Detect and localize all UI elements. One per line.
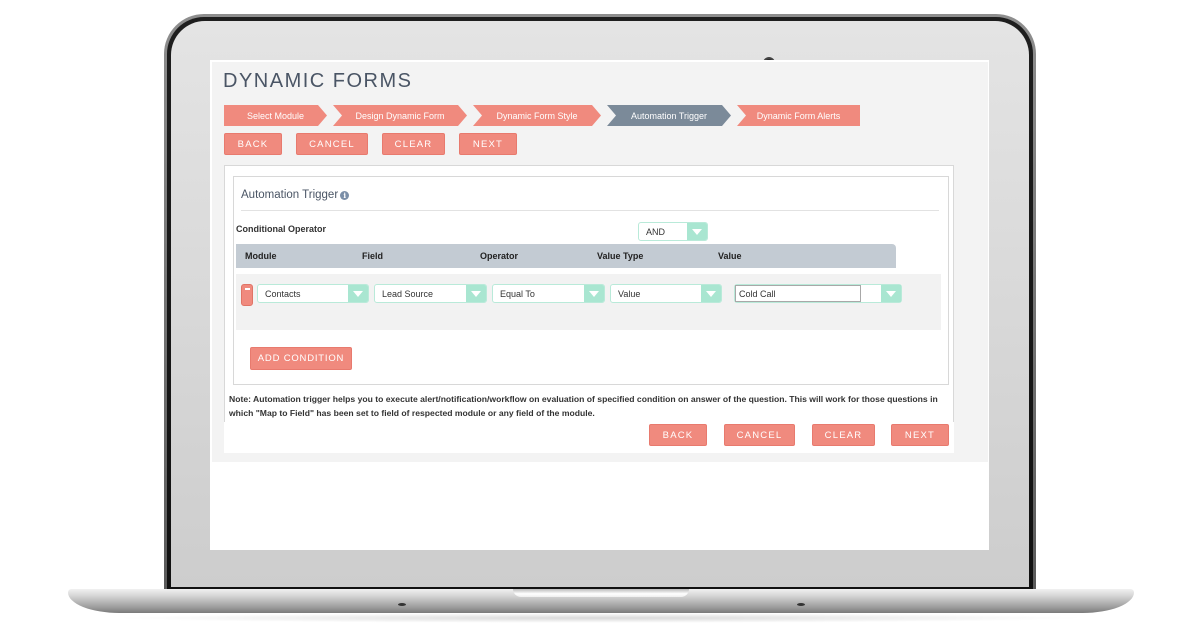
- page-title: DYNAMIC FORMS: [223, 70, 413, 92]
- column-header-value-type: Value Type: [597, 251, 644, 261]
- field-select[interactable]: Lead Source: [374, 284, 487, 303]
- chevron-down-icon[interactable]: [881, 285, 901, 302]
- conditions-table-header: Module Field Operator Value Type Value: [236, 244, 896, 268]
- column-header-operator: Operator: [480, 251, 519, 261]
- next-button-bottom[interactable]: NEXT: [891, 424, 949, 446]
- column-header-module: Module: [245, 251, 277, 261]
- laptop-notch: [513, 589, 689, 597]
- condition-row: Contacts Lead Source Equal To Value: [236, 274, 941, 330]
- step-design-dynamic-form[interactable]: Design Dynamic Form: [333, 105, 467, 126]
- clear-button-bottom[interactable]: CLEAR: [812, 424, 875, 446]
- panel-heading: Automation Trigger i: [241, 189, 350, 201]
- laptop-shadow: [110, 613, 1090, 623]
- chevron-down-icon: [687, 223, 707, 240]
- laptop-screen: DYNAMIC FORMS Select Module Design Dynam…: [210, 60, 989, 550]
- step-dynamic-form-alerts[interactable]: Dynamic Form Alerts: [737, 105, 860, 126]
- operator-select[interactable]: Equal To: [492, 284, 605, 303]
- module-select[interactable]: Contacts: [257, 284, 369, 303]
- cancel-button-bottom[interactable]: CANCEL: [724, 424, 795, 446]
- chevron-down-icon: [348, 285, 368, 302]
- value-input[interactable]: [735, 285, 861, 302]
- column-header-value: Value: [718, 251, 742, 261]
- minus-icon: [245, 288, 250, 290]
- remove-condition-button[interactable]: [241, 284, 253, 306]
- back-button-bottom[interactable]: BACK: [649, 424, 707, 446]
- chevron-down-icon: [701, 285, 721, 302]
- chevron-down-icon: [466, 285, 486, 302]
- dynamic-forms-app: DYNAMIC FORMS Select Module Design Dynam…: [212, 62, 988, 462]
- add-condition-button[interactable]: ADD CONDITION: [250, 347, 352, 370]
- back-button[interactable]: BACK: [224, 133, 282, 155]
- info-icon[interactable]: i: [340, 190, 350, 200]
- step-select-module[interactable]: Select Module: [224, 105, 327, 126]
- cancel-button[interactable]: CANCEL: [296, 133, 368, 155]
- chevron-down-icon: [584, 285, 604, 302]
- conditional-operator-label: Conditional Operator: [236, 224, 326, 234]
- automation-trigger-container: Automation Trigger i Conditional Operato…: [224, 165, 954, 423]
- value-type-select[interactable]: Value: [610, 284, 722, 303]
- laptop-foot: [398, 603, 406, 606]
- column-header-field: Field: [362, 251, 384, 261]
- step-automation-trigger[interactable]: Automation Trigger: [607, 105, 731, 126]
- clear-button[interactable]: CLEAR: [382, 133, 445, 155]
- divider: [241, 210, 939, 211]
- bottom-action-bar: BACK CANCEL CLEAR NEXT: [224, 422, 954, 453]
- value-field-wrapper: [734, 284, 902, 303]
- automation-trigger-panel: Automation Trigger i Conditional Operato…: [233, 176, 949, 385]
- automation-trigger-note: Note: Automation trigger helps you to ex…: [229, 394, 938, 418]
- next-button[interactable]: NEXT: [459, 133, 517, 155]
- conditional-operator-select[interactable]: AND: [638, 222, 708, 241]
- step-dynamic-form-style[interactable]: Dynamic Form Style: [473, 105, 601, 126]
- wizard-steps: Select Module Design Dynamic Form Dynami…: [224, 105, 866, 126]
- laptop-foot: [797, 603, 805, 606]
